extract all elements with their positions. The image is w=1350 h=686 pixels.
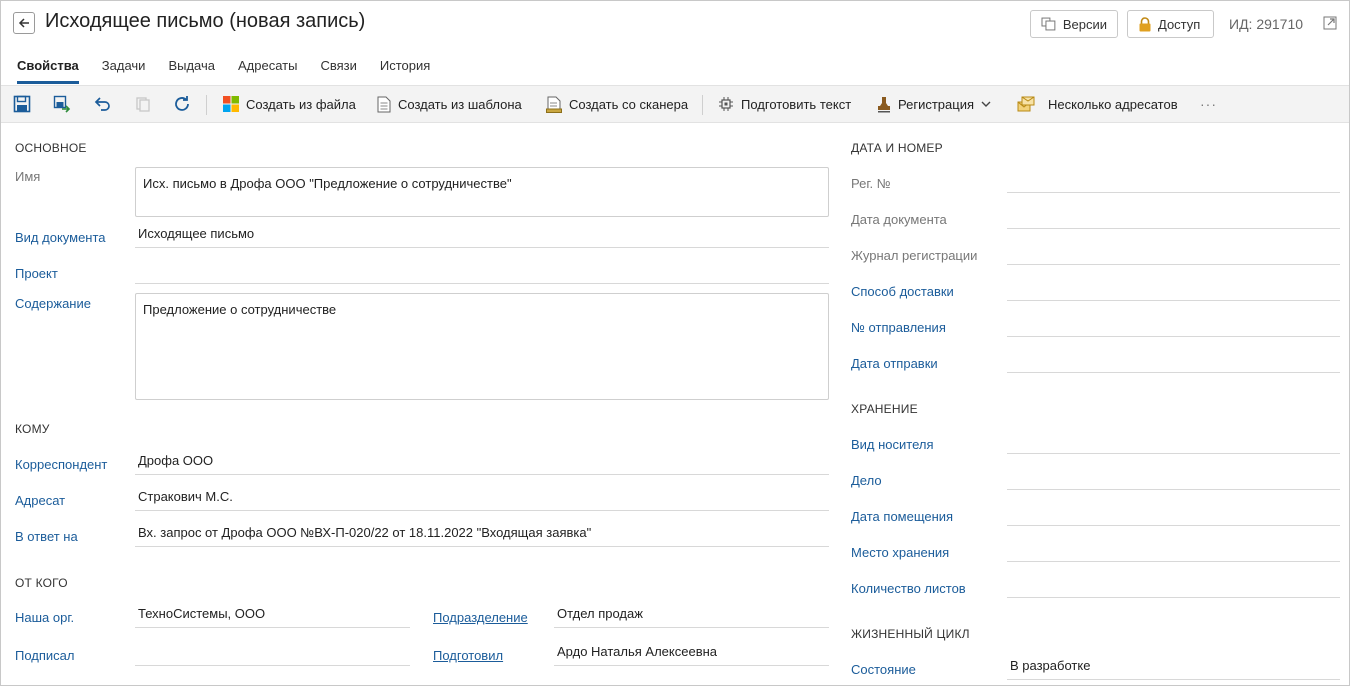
create-from-scanner-button[interactable]: Создать со сканера (546, 86, 688, 122)
section-lifecycle: ЖИЗНЕННЫЙ ЦИКЛ (851, 627, 970, 641)
name-textarea[interactable]: Исх. письмо в Дрофа ООО "Предложение о с… (135, 167, 829, 217)
multiple-recipients-button[interactable]: Несколько адресатов (1017, 86, 1178, 122)
doc-date-field[interactable] (1007, 207, 1340, 229)
department-field[interactable]: Отдел продаж (554, 606, 829, 628)
copy-icon[interactable] (134, 95, 152, 113)
more-actions-button[interactable]: ··· (1200, 86, 1217, 122)
tab-bar: Свойства Задачи Выдача Адресаты Связи Ис… (17, 58, 453, 84)
state-field[interactable]: В разработке (1007, 658, 1340, 680)
addressee-field[interactable]: Стракович М.С. (135, 489, 829, 511)
our-org-field[interactable]: ТехноСистемы, ООО (135, 606, 410, 628)
create-from-template-button[interactable]: Создать из шаблона (377, 86, 522, 122)
refresh-icon[interactable] (173, 95, 191, 113)
registration-dropdown[interactable]: Регистрация (877, 86, 991, 122)
prepared-label[interactable]: Подготовил (433, 648, 503, 663)
location-label[interactable]: Место хранения (851, 545, 949, 560)
delivery-method-label[interactable]: Способ доставки (851, 284, 954, 299)
placement-date-label[interactable]: Дата помещения (851, 509, 953, 524)
arrow-left-icon (18, 18, 29, 28)
page-title: Исходящее письмо (новая запись) (45, 10, 366, 32)
chip-icon (719, 97, 733, 111)
project-field[interactable] (135, 262, 829, 284)
stamp-icon (878, 96, 890, 112)
tab-tasks[interactable]: Задачи (102, 58, 146, 84)
case-field[interactable] (1007, 468, 1340, 490)
section-to: КОМУ (15, 422, 50, 436)
save-and-close-icon[interactable] (53, 95, 71, 113)
department-label[interactable]: Подразделение (433, 610, 528, 625)
media-type-label[interactable]: Вид носителя (851, 437, 934, 452)
addressee-label[interactable]: Адресат (15, 493, 65, 508)
toolbar-separator (206, 95, 207, 115)
prepare-text-button[interactable]: Подготовить текст (718, 86, 851, 122)
chevron-down-icon (981, 101, 991, 107)
access-label: Доступ (1158, 16, 1201, 32)
correspondent-field[interactable]: Дрофа ООО (135, 453, 829, 475)
tab-issuance[interactable]: Выдача (168, 58, 215, 84)
prepared-field[interactable]: Ардо Наталья Алексеевна (554, 644, 829, 666)
create-from-file-button[interactable]: Создать из файла (223, 86, 356, 122)
name-label: Имя (15, 169, 41, 184)
tab-links[interactable]: Связи (320, 58, 356, 84)
undo-icon[interactable] (93, 95, 111, 113)
dispatch-no-label[interactable]: № отправления (851, 320, 946, 335)
dispatch-no-field[interactable] (1007, 315, 1340, 337)
document-icon (377, 96, 391, 112)
section-date-number: ДАТА И НОМЕР (851, 141, 943, 155)
record-id: ИД: 291710 (1229, 16, 1304, 32)
open-in-new-window-icon[interactable] (1323, 16, 1337, 30)
versions-label: Версии (1062, 16, 1107, 32)
reg-journal-label: Журнал регистрации (851, 248, 978, 263)
reply-to-label[interactable]: В ответ на (15, 529, 78, 544)
windows-icon (223, 96, 239, 112)
document-card: Исходящее письмо (новая запись) Версии Д… (0, 0, 1350, 686)
signed-field[interactable] (135, 644, 410, 666)
reg-no-label: Рег. № (851, 176, 891, 191)
save-icon[interactable] (13, 95, 31, 113)
envelopes-icon (1017, 96, 1035, 112)
tab-history[interactable]: История (380, 58, 430, 84)
dispatch-date-field[interactable] (1007, 351, 1340, 373)
tab-properties[interactable]: Свойства (17, 58, 79, 84)
section-storage: ХРАНЕНИЕ (851, 402, 918, 416)
lock-icon (1139, 16, 1151, 31)
sheets-count-label[interactable]: Количество листов (851, 581, 966, 596)
state-label[interactable]: Состояние (851, 662, 916, 677)
location-field[interactable] (1007, 540, 1340, 562)
content-textarea[interactable]: Предложение о сотрудничестве (135, 293, 829, 400)
correspondent-label[interactable]: Корреспондент (15, 457, 107, 472)
reg-no-field[interactable] (1007, 171, 1340, 193)
delivery-method-field[interactable] (1007, 279, 1340, 301)
doc-type-field[interactable]: Исходящее письмо (135, 226, 829, 248)
back-button[interactable] (13, 12, 35, 34)
our-org-label[interactable]: Наша орг. (15, 610, 74, 625)
reply-to-field[interactable]: Вх. запрос от Дрофа ООО №ВХ-П-020/22 от … (135, 525, 829, 547)
dispatch-date-label[interactable]: Дата отправки (851, 356, 938, 371)
doc-date-label: Дата документа (851, 212, 947, 227)
media-type-field[interactable] (1007, 432, 1340, 454)
section-main: ОСНОВНОЕ (15, 141, 87, 155)
signed-label[interactable]: Подписал (15, 648, 75, 663)
doc-type-label[interactable]: Вид документа (15, 230, 106, 245)
scanner-icon (546, 96, 562, 113)
content-label[interactable]: Содержание (15, 296, 91, 311)
placement-date-field[interactable] (1007, 504, 1340, 526)
reg-journal-field[interactable] (1007, 243, 1340, 265)
toolbar: Создать из файла Создать из шаблона Созд… (1, 85, 1349, 123)
versions-icon (1041, 17, 1056, 31)
versions-button[interactable]: Версии (1030, 10, 1118, 38)
project-label[interactable]: Проект (15, 266, 58, 281)
section-from: ОТ КОГО (15, 576, 68, 590)
tab-recipients[interactable]: Адресаты (238, 58, 297, 84)
toolbar-separator (702, 95, 703, 115)
access-button[interactable]: Доступ (1127, 10, 1214, 38)
case-label[interactable]: Дело (851, 473, 882, 488)
sheets-count-field[interactable] (1007, 576, 1340, 598)
